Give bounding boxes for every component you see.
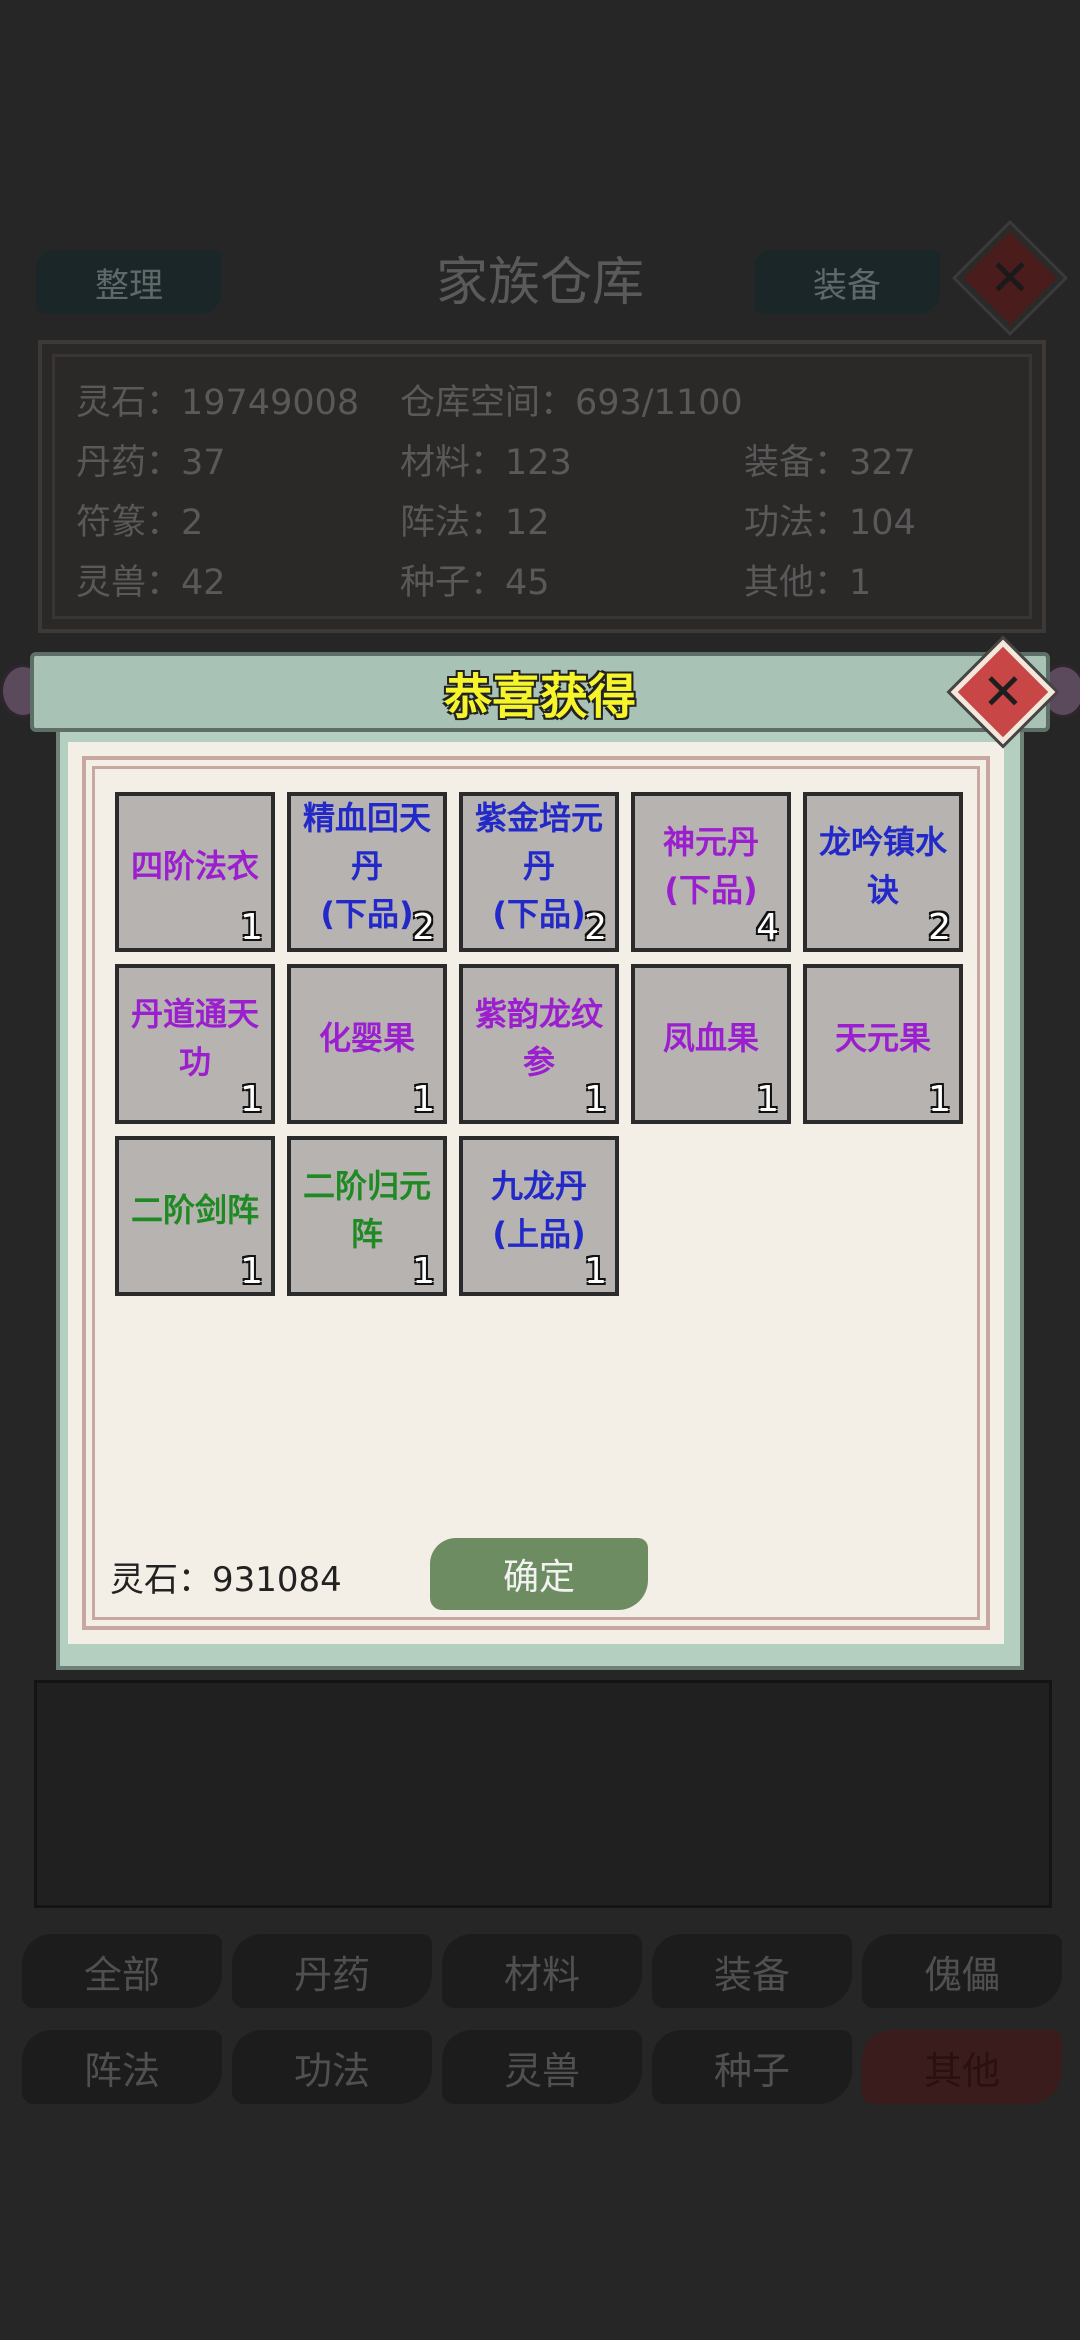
item-count: 1	[240, 907, 263, 948]
reward-item[interactable]: 龙吟镇水诀 2	[803, 792, 963, 952]
stat-capacity: 仓库空间：693/1100	[400, 383, 743, 423]
item-count: 1	[240, 1251, 263, 1292]
item-count: 2	[412, 907, 435, 948]
item-count: 1	[412, 1079, 435, 1120]
item-count: 1	[584, 1079, 607, 1120]
tab-pills[interactable]: 丹药	[232, 1934, 432, 2008]
equip-button-label: 装备	[813, 265, 881, 306]
reward-item[interactable]: 二阶剑阵 1	[115, 1136, 275, 1296]
tab-label: 装备	[713, 1952, 790, 1997]
item-count: 1	[412, 1251, 435, 1292]
stat-equipment: 装备：327	[744, 443, 916, 483]
tab-label: 其他	[923, 2048, 1000, 2093]
item-name: 天元果	[834, 1019, 931, 1057]
reward-item[interactable]: 神元丹 (下品) 4	[631, 792, 791, 952]
reward-item[interactable]: 天元果 1	[803, 964, 963, 1124]
close-icon: ✕	[982, 663, 1024, 721]
reward-item[interactable]: 紫金培元丹 (下品) 2	[459, 792, 619, 952]
item-name: 二阶剑阵	[130, 1191, 259, 1229]
item-name: 四阶法衣	[130, 847, 259, 885]
close-icon: ✕	[989, 249, 1031, 307]
reward-item[interactable]: 凤血果 1	[631, 964, 791, 1124]
tab-formations[interactable]: 阵法	[22, 2030, 222, 2104]
item-count: 1	[240, 1079, 263, 1120]
tab-label: 傀儡	[923, 1952, 1000, 1997]
tab-label: 种子	[713, 2048, 790, 2093]
stat-techniques: 功法：104	[744, 503, 916, 543]
stat-formations: 阵法：12	[400, 503, 550, 543]
tab-others[interactable]: 其他	[862, 2030, 1062, 2104]
stat-pills: 丹药：37	[76, 443, 226, 483]
item-count: 1	[928, 1079, 951, 1120]
item-name: 化婴果	[318, 1019, 415, 1057]
item-count: 1	[584, 1251, 607, 1292]
tab-label: 全部	[83, 1952, 160, 1997]
warehouse-item-list	[34, 1680, 1052, 1908]
item-count: 4	[756, 907, 779, 948]
reward-item[interactable]: 四阶法衣 1	[115, 792, 275, 952]
stat-seeds: 种子：45	[400, 563, 550, 603]
tab-techniques[interactable]: 功法	[232, 2030, 432, 2104]
stat-spirit-stones: 灵石：19749008	[76, 383, 360, 423]
item-name: 神元丹 (下品)	[662, 823, 759, 909]
tab-label: 灵兽	[503, 2048, 580, 2093]
stat-others: 其他：1	[744, 563, 872, 603]
stat-talismans: 符篆：2	[76, 503, 204, 543]
confirm-button[interactable]: 确定	[430, 1538, 648, 1610]
tab-seeds[interactable]: 种子	[652, 2030, 852, 2104]
item-count: 2	[584, 907, 607, 948]
tab-beasts[interactable]: 灵兽	[442, 2030, 642, 2104]
reward-item[interactable]: 精血回天丹 (下品) 2	[287, 792, 447, 952]
item-name: 凤血果	[662, 1019, 759, 1057]
item-count: 1	[756, 1079, 779, 1120]
item-count: 2	[928, 907, 951, 948]
tab-all[interactable]: 全部	[22, 1934, 222, 2008]
stat-beasts: 灵兽：42	[76, 563, 226, 603]
tab-puppets[interactable]: 傀儡	[862, 1934, 1062, 2008]
popup-title-bar: 恭喜获得	[30, 652, 1050, 732]
tab-equipment[interactable]: 装备	[652, 1934, 852, 2008]
tab-label: 阵法	[83, 2048, 160, 2093]
equip-button[interactable]: 装备	[754, 250, 940, 314]
tab-label: 功法	[293, 2048, 370, 2093]
reward-item[interactable]: 九龙丹 (上品) 1	[459, 1136, 619, 1296]
stat-materials: 材料：123	[400, 443, 572, 483]
reward-spirit-stones: 灵石：931084	[110, 1560, 342, 1600]
popup-title: 恭喜获得	[443, 669, 636, 725]
confirm-button-label: 确定	[502, 1557, 575, 1598]
reward-item[interactable]: 紫韵龙纹参 1	[459, 964, 619, 1124]
tab-label: 材料	[503, 1952, 580, 1997]
reward-item[interactable]: 丹道通天功 1	[115, 964, 275, 1124]
tab-label: 丹药	[293, 1952, 370, 1997]
reward-item[interactable]: 化婴果 1	[287, 964, 447, 1124]
tab-materials[interactable]: 材料	[442, 1934, 642, 2008]
reward-item[interactable]: 二阶归元阵 1	[287, 1136, 447, 1296]
item-name: 九龙丹 (上品)	[490, 1167, 587, 1253]
